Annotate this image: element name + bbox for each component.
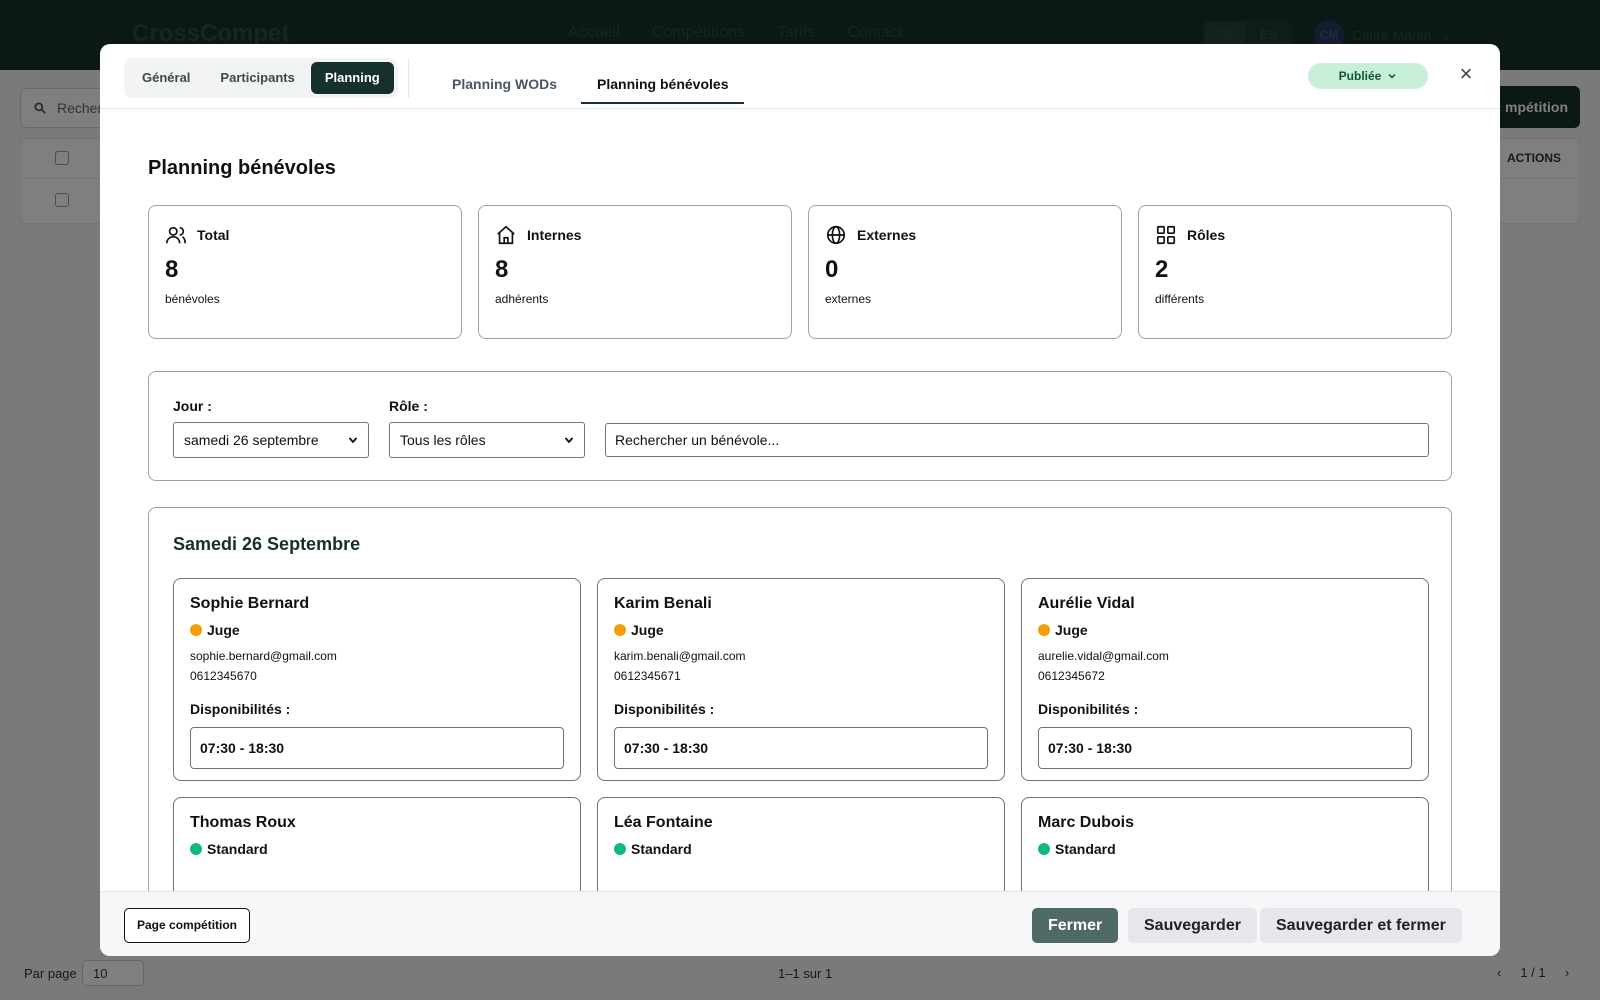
volunteer-name: Aurélie Vidal <box>1038 595 1135 612</box>
stats-row: Total 8 bénévoles Internes 8 adhérents E… <box>148 205 1452 339</box>
role-dot-icon <box>614 843 626 855</box>
home-icon <box>497 225 515 245</box>
day-filter-label: Jour : <box>173 398 212 414</box>
role-select[interactable]: Tous les rôles <box>389 422 585 458</box>
competition-page-button[interactable]: Page compétition <box>124 908 251 943</box>
volunteer-name: Sophie Bernard <box>190 595 310 612</box>
volunteer-name: Karim Benali <box>614 595 712 612</box>
competition-modal: Général Participants Planning Planning W… <box>100 44 1500 956</box>
save-button[interactable]: Sauvegarder <box>1128 908 1257 943</box>
volunteer-email: sophie.bernard@gmail.com <box>190 649 337 663</box>
main-tabs: Général Participants Planning <box>124 58 398 98</box>
stat-caption: différents <box>1155 292 1205 306</box>
availability-slot[interactable]: 07:30 - 18:30 <box>614 727 988 769</box>
close-icon[interactable]: × <box>1452 60 1480 88</box>
day-schedule: Samedi 26 Septembre Sophie Bernard Juge … <box>148 507 1452 891</box>
availability-label: Disponibilités : <box>190 701 291 717</box>
stat-card-externes: Externes 0 externes <box>808 205 1122 339</box>
stat-label: Externes <box>857 227 917 243</box>
role-select-value: Tous les rôles <box>400 432 486 448</box>
volunteer-role: Standard <box>614 841 988 857</box>
volunteer-search-input[interactable]: Rechercher un bénévole... <box>605 423 1429 457</box>
chevron-down-icon <box>564 437 574 444</box>
volunteer-grid: Sophie Bernard Juge sophie.bernard@gmail… <box>173 578 1429 891</box>
role-label: Standard <box>1055 841 1116 857</box>
role-dot-icon <box>1038 843 1050 855</box>
stat-label: Rôles <box>1187 227 1226 243</box>
save-and-close-button[interactable]: Sauvegarder et fermer <box>1260 908 1462 943</box>
volunteer-phone: 0612345671 <box>614 669 681 683</box>
tab-planning[interactable]: Planning <box>310 62 394 94</box>
sub-tabs: Planning WODs Planning bénévoles <box>436 44 745 109</box>
volunteer-card[interactable]: Léa Fontaine Standard <box>597 797 1005 891</box>
globe-icon <box>826 225 846 245</box>
role-dot-icon <box>190 843 202 855</box>
role-dot-icon <box>614 624 626 636</box>
stat-value: 0 <box>825 256 839 283</box>
volunteer-card[interactable]: Sophie Bernard Juge sophie.bernard@gmail… <box>173 578 581 781</box>
volunteer-role: Juge <box>1038 622 1412 638</box>
volunteer-role: Juge <box>614 622 988 638</box>
chevron-down-icon <box>348 437 358 444</box>
grid-icon <box>1156 225 1176 245</box>
close-button[interactable]: Fermer <box>1032 908 1119 943</box>
volunteer-role: Standard <box>1038 841 1412 857</box>
role-filter-label: Rôle : <box>389 398 428 414</box>
stat-card-internes: Internes 8 adhérents <box>478 205 792 339</box>
day-title: Samedi 26 Septembre <box>173 534 361 554</box>
volunteer-card[interactable]: Thomas Roux Standard <box>173 797 581 891</box>
volunteer-card[interactable]: Marc Dubois Standard <box>1021 797 1429 891</box>
stat-caption: bénévoles <box>165 292 220 306</box>
stat-value: 8 <box>165 256 179 283</box>
modal-footer: Page compétition Fermer Sauvegarder Sauv… <box>100 891 1500 956</box>
volunteer-phone: 0612345672 <box>1038 669 1105 683</box>
volunteer-card[interactable]: Karim Benali Juge karim.benali@gmail.com… <box>597 578 1005 781</box>
role-dot-icon <box>1038 624 1050 636</box>
role-label: Standard <box>631 841 692 857</box>
status-badge: Publiée <box>1338 69 1382 83</box>
stat-card-roles: Rôles 2 différents <box>1138 205 1452 339</box>
stat-value: 8 <box>495 256 509 283</box>
modal-body: Planning bénévoles Total 8 bénévoles Int… <box>100 109 1500 891</box>
volunteer-email: aurelie.vidal@gmail.com <box>1038 649 1169 663</box>
volunteer-name: Thomas Roux <box>190 814 296 831</box>
day-select[interactable]: samedi 26 septembre <box>173 422 369 458</box>
chevron-down-icon <box>1388 73 1396 79</box>
role-dot-icon <box>190 624 202 636</box>
subtab-planning-wods[interactable]: Planning WODs <box>436 52 573 104</box>
availability-slot[interactable]: 07:30 - 18:30 <box>1038 727 1412 769</box>
volunteer-phone: 0612345670 <box>190 669 257 683</box>
modal-header: Général Participants Planning Planning W… <box>100 44 1500 109</box>
role-label: Juge <box>1055 622 1088 638</box>
role-label: Juge <box>631 622 664 638</box>
tab-general[interactable]: Général <box>128 62 204 94</box>
stat-caption: externes <box>825 292 872 306</box>
header-divider <box>408 58 409 98</box>
filters-panel: Jour : samedi 26 septembre Rôle : Tous l… <box>148 371 1452 481</box>
volunteer-role: Juge <box>190 622 564 638</box>
volunteer-role: Standard <box>190 841 564 857</box>
stat-caption: adhérents <box>495 292 549 306</box>
users-icon <box>166 226 186 244</box>
stat-card-total: Total 8 bénévoles <box>148 205 462 339</box>
subtab-planning-benevoles[interactable]: Planning bénévoles <box>581 52 745 104</box>
availability-label: Disponibilités : <box>1038 701 1139 717</box>
stat-value: 2 <box>1155 256 1169 283</box>
availability-slot[interactable]: 07:30 - 18:30 <box>190 727 564 769</box>
role-label: Standard <box>207 841 268 857</box>
tab-participants[interactable]: Participants <box>206 62 308 94</box>
availability-label: Disponibilités : <box>614 701 715 717</box>
page-title: Planning bénévoles <box>148 157 336 179</box>
stat-label: Total <box>197 227 230 243</box>
volunteer-card[interactable]: Aurélie Vidal Juge aurelie.vidal@gmail.c… <box>1021 578 1429 781</box>
volunteer-name: Léa Fontaine <box>614 814 713 831</box>
volunteer-name: Marc Dubois <box>1038 814 1135 831</box>
day-select-value: samedi 26 septembre <box>184 432 319 448</box>
stat-label: Internes <box>527 227 582 243</box>
role-label: Juge <box>207 622 240 638</box>
volunteer-email: karim.benali@gmail.com <box>614 649 746 663</box>
status-dropdown[interactable]: Publiée <box>1308 63 1428 89</box>
